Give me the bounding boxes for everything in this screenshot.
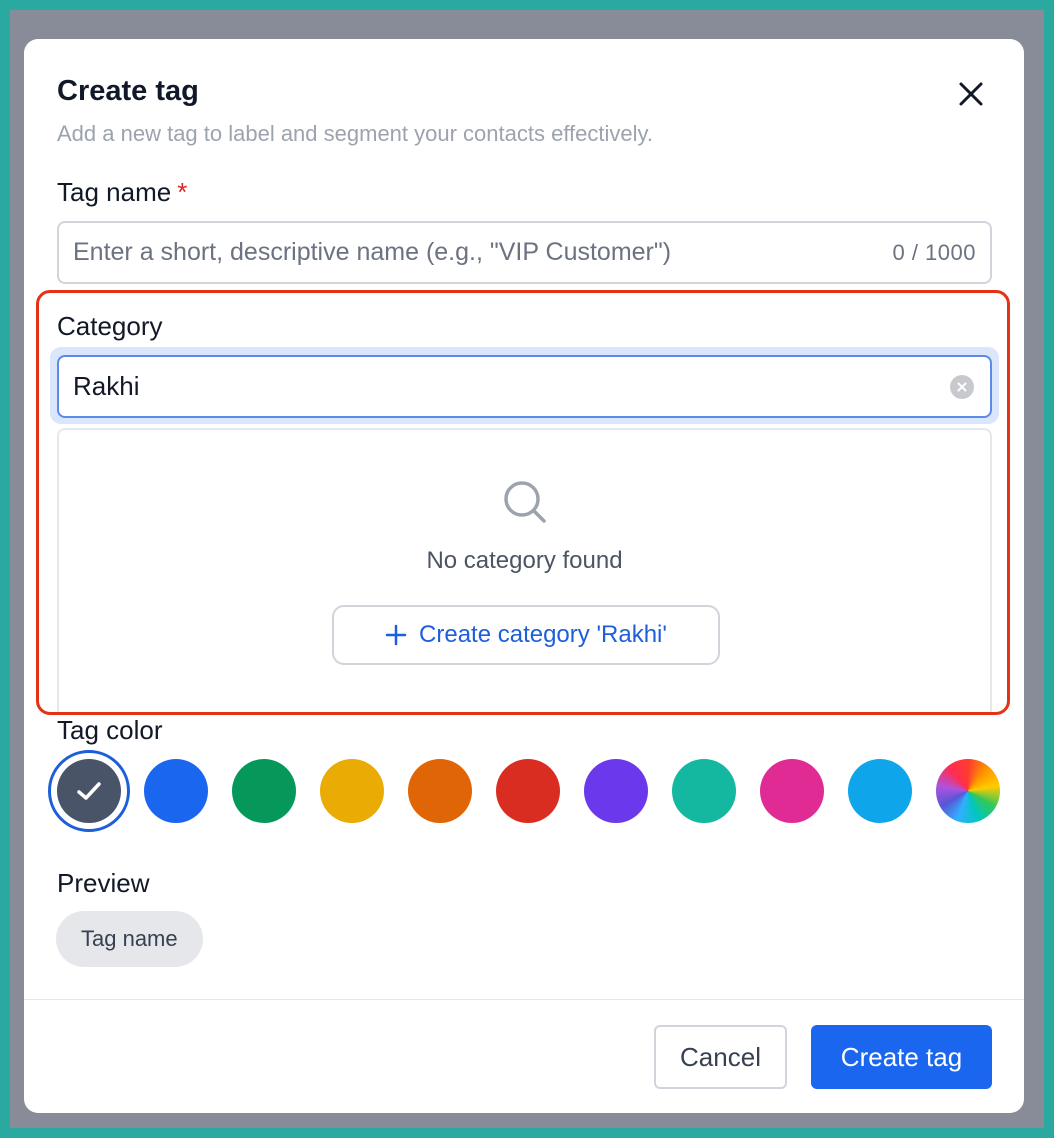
required-marker: * xyxy=(177,177,188,207)
tag-name-label: Tag name * xyxy=(57,177,187,208)
color-swatch-red[interactable] xyxy=(496,759,560,823)
dialog-title: Create tag xyxy=(57,75,199,107)
color-swatch-green[interactable] xyxy=(232,759,296,823)
create-tag-dialog: Create tag Add a new tag to label and se… xyxy=(24,39,1024,1113)
preview-label: Preview xyxy=(57,868,150,898)
color-swatch-custom-picker[interactable] xyxy=(936,759,1000,823)
footer-divider xyxy=(24,999,1024,1000)
color-swatch-blue[interactable] xyxy=(144,759,208,823)
color-swatch-orange[interactable] xyxy=(408,759,472,823)
cancel-button[interactable]: Cancel xyxy=(654,1025,787,1089)
close-icon xyxy=(959,82,983,106)
tag-preview-pill: Tag name xyxy=(56,911,203,967)
annotation-highlight-box xyxy=(36,290,1010,715)
create-tag-button[interactable]: Create tag xyxy=(811,1025,992,1089)
selected-swatch-fill xyxy=(57,759,121,823)
character-counter: 0 / 1000 xyxy=(892,240,976,265)
tag-name-input[interactable] xyxy=(73,223,853,282)
check-icon xyxy=(77,782,101,800)
tag-name-field[interactable]: 0 / 1000 xyxy=(57,221,992,284)
close-button[interactable] xyxy=(954,77,988,111)
color-swatch-yellow[interactable] xyxy=(320,759,384,823)
color-swatch-slate[interactable] xyxy=(48,750,130,832)
color-swatch-teal[interactable] xyxy=(672,759,736,823)
tag-color-label: Tag color xyxy=(57,715,163,745)
color-swatch-sky[interactable] xyxy=(848,759,912,823)
color-swatch-purple[interactable] xyxy=(584,759,648,823)
tag-name-label-text: Tag name xyxy=(57,177,172,207)
dialog-subtitle: Add a new tag to label and segment your … xyxy=(57,121,653,146)
color-swatch-pink[interactable] xyxy=(760,759,824,823)
